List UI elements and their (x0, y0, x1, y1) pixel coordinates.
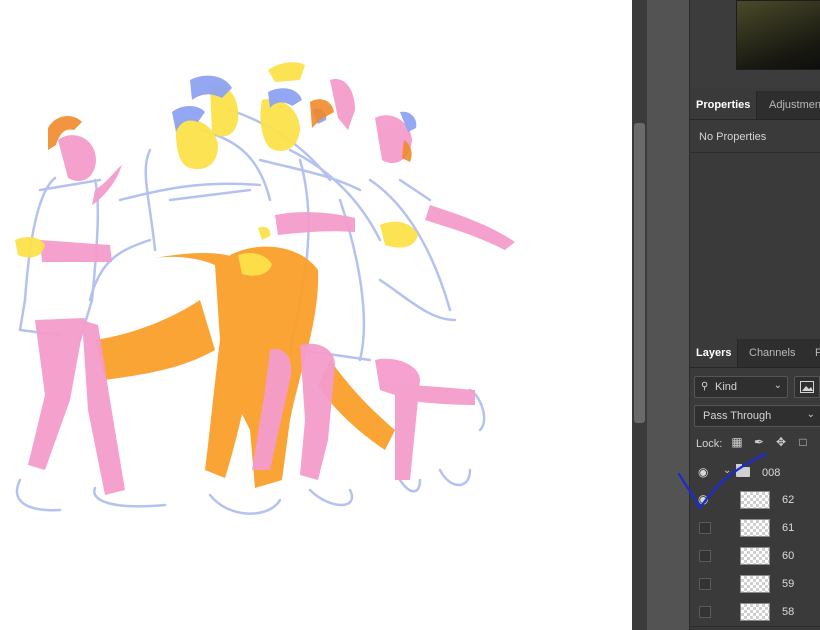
blend-mode-value: Pass Through (703, 410, 772, 422)
layer-name: 62 (782, 494, 795, 506)
workspace-gap (647, 0, 689, 630)
layer-row[interactable]: ◉ 62 (690, 486, 820, 515)
layer-group-row[interactable]: ◉ ⌄ 008 (690, 459, 820, 488)
blend-mode-select[interactable]: Pass Through ⌄ (694, 405, 820, 427)
image-filter-icon (800, 381, 814, 393)
canvas-vertical-scrollbar[interactable] (632, 0, 647, 630)
layer-name: 59 (782, 578, 795, 590)
layer-thumbnail (740, 519, 770, 537)
layers-panel: Layers Channels P ⚲ Kind ⌄ Pass Through … (690, 339, 820, 630)
visibility-toggle[interactable] (699, 606, 711, 618)
layer-row[interactable]: 60 (690, 542, 820, 571)
chevron-down-icon: ⌄ (806, 409, 815, 420)
visibility-toggle[interactable] (699, 550, 711, 562)
dancers-illustration (15, 62, 515, 515)
layer-kind-filter[interactable]: ⚲ Kind ⌄ (694, 376, 788, 398)
tab-layers[interactable]: Layers (690, 339, 739, 367)
lock-transparent-pixels-icon[interactable]: ▦ (730, 435, 744, 449)
tab-properties[interactable]: Properties (690, 91, 758, 119)
properties-tabbar: Properties Adjustmen (690, 91, 820, 120)
lock-row: Lock: ▦ ✒ ✥ □ (696, 435, 820, 453)
layer-name: 61 (782, 522, 795, 534)
move-lock-icon[interactable]: ✥ (774, 435, 788, 449)
tab-adjustments[interactable]: Adjustmen (763, 91, 820, 119)
scrollbar-thumb[interactable] (634, 123, 645, 423)
properties-panel: Properties Adjustmen No Properties (690, 91, 820, 336)
properties-divider (690, 152, 820, 153)
image-layer-filter-button[interactable] (794, 376, 820, 398)
eye-icon[interactable]: ◉ (698, 465, 708, 479)
right-panel-dock: Properties Adjustmen No Properties Layer… (689, 0, 820, 630)
tab-channels[interactable]: Channels (743, 339, 801, 367)
search-icon: ⚲ (701, 381, 709, 392)
lock-label: Lock: (696, 438, 723, 450)
layer-row[interactable]: 61 (690, 514, 820, 543)
eye-icon[interactable]: ◉ (698, 492, 708, 506)
document-canvas[interactable] (0, 0, 632, 630)
layer-name: 58 (782, 606, 795, 618)
layer-name: 60 (782, 550, 795, 562)
color-picker-panel (690, 0, 820, 88)
kind-filter-label: Kind (715, 381, 738, 393)
artboard-lock-icon[interactable]: □ (796, 435, 810, 449)
chevron-down-icon[interactable]: ⌄ (723, 465, 731, 476)
layer-group-name: 008 (762, 467, 781, 479)
color-field[interactable] (736, 0, 820, 70)
layer-thumbnail (740, 491, 770, 509)
visibility-toggle[interactable] (699, 578, 711, 590)
layer-thumbnail (740, 547, 770, 565)
tab-paths[interactable]: P (809, 339, 820, 367)
folder-icon (736, 464, 750, 477)
layer-row[interactable]: 58 (690, 598, 820, 627)
layer-thumbnail (740, 575, 770, 593)
visibility-toggle[interactable] (699, 522, 711, 534)
chevron-down-icon: ⌄ (773, 380, 782, 391)
layer-thumbnail (740, 603, 770, 621)
brush-lock-icon[interactable]: ✒ (752, 435, 766, 449)
no-properties-text: No Properties (699, 131, 767, 143)
layers-tabbar: Layers Channels P (690, 339, 820, 368)
layer-row[interactable]: 59 (690, 570, 820, 599)
